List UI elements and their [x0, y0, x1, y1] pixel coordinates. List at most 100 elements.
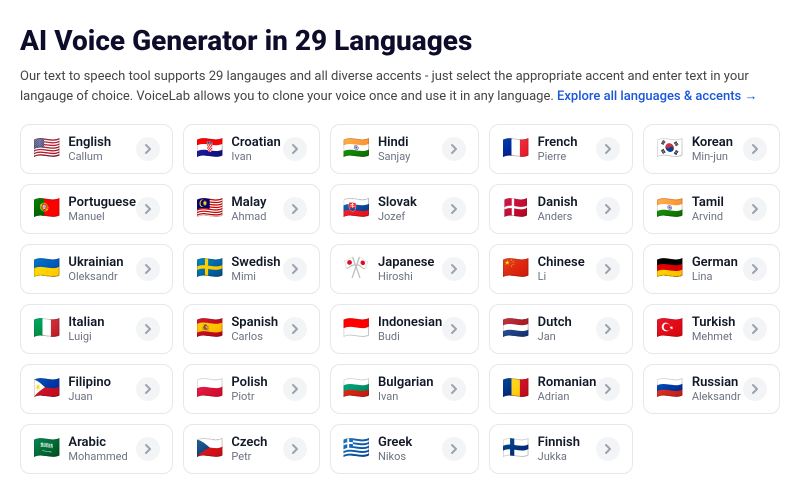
language-card[interactable]: 🇬🇷 Greek Nikos — [330, 424, 480, 474]
lang-info: Japanese Hiroshi — [378, 255, 434, 283]
lang-left: 🇬🇷 Greek Nikos — [343, 435, 413, 463]
lang-name: Arabic — [68, 435, 127, 450]
language-card[interactable]: 🇹🇷 Turkish Mehmet — [643, 304, 780, 354]
lang-left: 🇵🇱 Polish Piotr — [196, 375, 268, 403]
lang-voice: Jan — [538, 330, 572, 343]
arrow-button[interactable] — [743, 377, 767, 401]
language-card[interactable]: 🇸🇰 Slovak Jozef — [330, 184, 480, 234]
lang-left: 🇮🇹 Italian Luigi — [33, 315, 105, 343]
arrow-button[interactable] — [596, 257, 620, 281]
arrow-button[interactable] — [442, 437, 466, 461]
chevron-right-icon — [142, 383, 154, 395]
lang-info: Tamil Arvind — [692, 195, 724, 223]
arrow-button[interactable] — [442, 197, 466, 221]
language-card[interactable]: 🇰🇷 Korean Min-jun — [643, 124, 780, 174]
flag-icon: 🇬🇷 — [343, 438, 370, 460]
lang-info: Turkish Mehmet — [692, 315, 736, 343]
lang-info: Hindi Sanjay — [378, 135, 410, 163]
arrow-button[interactable] — [442, 377, 466, 401]
arrow-button[interactable] — [283, 377, 307, 401]
language-card[interactable]: 🇮🇳 Hindi Sanjay — [330, 124, 480, 174]
chevron-right-icon — [602, 263, 614, 275]
language-card[interactable]: 🇮🇩 Indonesian Budi — [330, 304, 480, 354]
arrow-button[interactable] — [442, 137, 466, 161]
language-card[interactable]: 🇲🇾 Malay Ahmad — [183, 184, 320, 234]
lang-name: English — [68, 135, 111, 150]
lang-info: Slovak Jozef — [378, 195, 417, 223]
lang-name: Japanese — [378, 255, 434, 270]
arrow-button[interactable] — [743, 137, 767, 161]
lang-left: 🇨🇳 Chinese Li — [502, 255, 584, 283]
flag-icon: 🇮🇳 — [656, 198, 683, 220]
language-card[interactable]: 🇸🇦 Arabic Mohammed — [20, 424, 173, 474]
arrow-button[interactable] — [283, 137, 307, 161]
flag-icon: 🇨🇿 — [196, 438, 223, 460]
explore-link[interactable]: Explore all languages & accents → — [557, 89, 757, 104]
lang-left: 🇪🇸 Spanish Carlos — [196, 315, 278, 343]
language-card[interactable]: 🇮🇹 Italian Luigi — [20, 304, 173, 354]
language-card[interactable]: 🇵🇹 Portuguese Manuel — [20, 184, 173, 234]
arrow-button[interactable] — [743, 317, 767, 341]
language-card[interactable]: 🇫🇷 French Pierre — [489, 124, 633, 174]
flag-icon: 🇸🇰 — [343, 198, 370, 220]
language-card[interactable]: 🇵🇱 Polish Piotr — [183, 364, 320, 414]
arrow-button[interactable] — [283, 437, 307, 461]
chevron-right-icon — [289, 383, 301, 395]
lang-left: 🇫🇮 Finnish Jukka — [502, 435, 580, 463]
lang-name: Turkish — [692, 315, 736, 330]
language-card[interactable]: 🇭🇷 Croatian Ivan — [183, 124, 320, 174]
language-card[interactable]: 🇨🇳 Chinese Li — [489, 244, 633, 294]
lang-voice: Lina — [692, 270, 738, 283]
arrow-button[interactable] — [136, 437, 160, 461]
arrow-button[interactable] — [136, 377, 160, 401]
arrow-button[interactable] — [596, 437, 620, 461]
arrow-button[interactable] — [136, 137, 160, 161]
arrow-button[interactable] — [596, 137, 620, 161]
language-card[interactable]: 🇺🇦 Ukrainian Oleksandr — [20, 244, 173, 294]
arrow-button[interactable] — [442, 257, 466, 281]
arrow-button[interactable] — [442, 317, 466, 341]
arrow-button[interactable] — [283, 317, 307, 341]
lang-name: Slovak — [378, 195, 417, 210]
language-card[interactable]: 🎌 Japanese Hiroshi — [330, 244, 480, 294]
language-card[interactable]: 🇺🇸 English Callum — [20, 124, 173, 174]
lang-left: 🇸🇰 Slovak Jozef — [343, 195, 417, 223]
language-card[interactable]: 🇩🇪 German Lina — [643, 244, 780, 294]
language-card[interactable]: 🇳🇱 Dutch Jan — [489, 304, 633, 354]
language-card[interactable]: 🇫🇮 Finnish Jukka — [489, 424, 633, 474]
flag-icon: 🇺🇸 — [33, 138, 60, 160]
arrow-button[interactable] — [136, 317, 160, 341]
flag-icon: 🇵🇭 — [33, 378, 60, 400]
lang-name: Polish — [231, 375, 267, 390]
arrow-button[interactable] — [136, 197, 160, 221]
language-card[interactable]: 🇷🇴 Romanian Adrian — [489, 364, 633, 414]
arrow-button[interactable] — [136, 257, 160, 281]
arrow-button[interactable] — [596, 197, 620, 221]
arrow-button[interactable] — [283, 257, 307, 281]
language-card[interactable]: 🇷🇺 Russian Aleksandr — [643, 364, 780, 414]
arrow-button[interactable] — [283, 197, 307, 221]
lang-voice: Carlos — [231, 330, 278, 343]
lang-voice: Piotr — [231, 390, 267, 403]
lang-voice: Ahmad — [231, 210, 266, 223]
lang-voice: Oleksandr — [68, 270, 123, 283]
lang-voice: Nikos — [378, 450, 412, 463]
flag-icon: 🇫🇷 — [502, 138, 529, 160]
language-card[interactable]: 🇵🇭 Filipino Juan — [20, 364, 173, 414]
lang-voice: Mimi — [231, 270, 280, 283]
chevron-right-icon — [448, 383, 460, 395]
arrow-button[interactable] — [596, 317, 620, 341]
arrow-button[interactable] — [743, 257, 767, 281]
language-card[interactable]: 🇨🇿 Czech Petr — [183, 424, 320, 474]
flag-icon: 🇮🇹 — [33, 318, 60, 340]
language-card[interactable]: 🇧🇬 Bulgarian Ivan — [330, 364, 480, 414]
language-card[interactable]: 🇮🇳 Tamil Arvind — [643, 184, 780, 234]
language-card[interactable]: 🇸🇪 Swedish Mimi — [183, 244, 320, 294]
language-card[interactable]: 🇪🇸 Spanish Carlos — [183, 304, 320, 354]
chevron-right-icon — [142, 143, 154, 155]
arrow-button[interactable] — [743, 197, 767, 221]
flag-icon: 🇸🇦 — [33, 438, 60, 460]
arrow-button[interactable] — [596, 377, 620, 401]
language-card[interactable]: 🇩🇰 Danish Anders — [489, 184, 633, 234]
lang-info: Portuguese Manuel — [68, 195, 136, 223]
